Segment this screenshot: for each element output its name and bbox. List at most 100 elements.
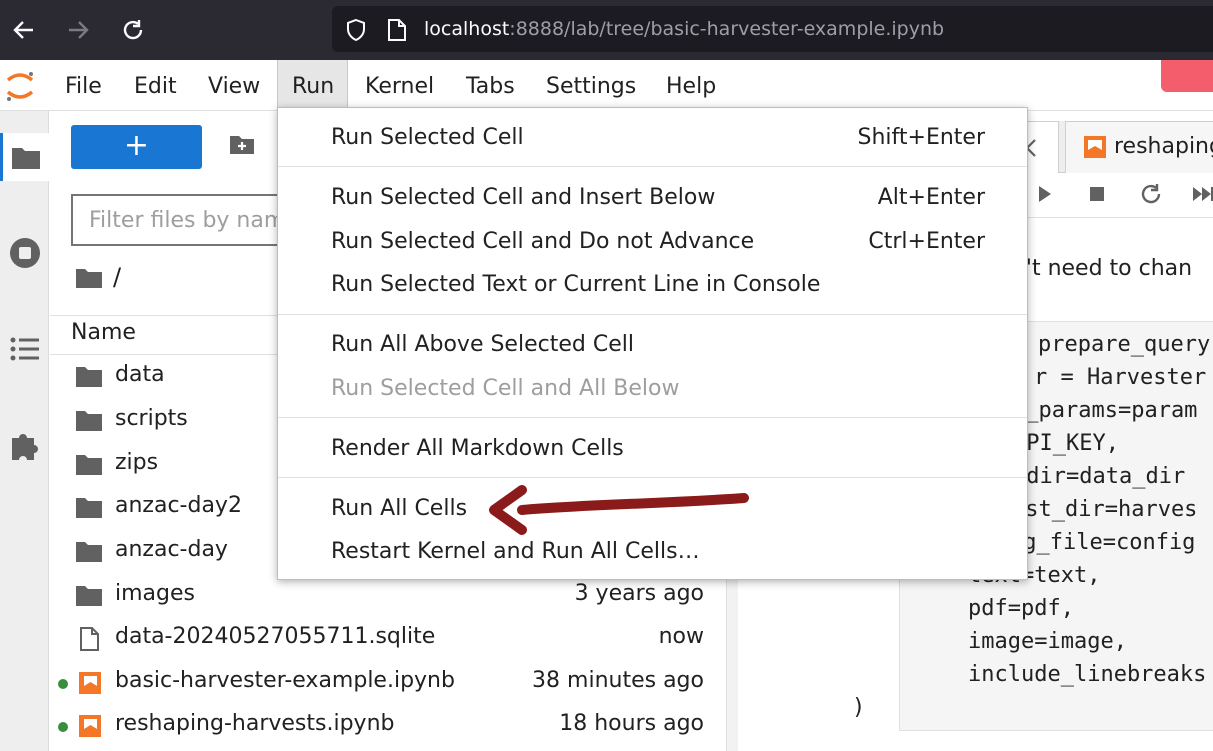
annotation-arrow-icon	[489, 485, 749, 535]
table-of-contents-tab[interactable]	[0, 325, 49, 373]
folder-icon	[12, 148, 40, 169]
code-line: )	[852, 695, 866, 720]
code-line: est_dir=harves	[1012, 497, 1198, 522]
stop-icon[interactable]	[1087, 182, 1107, 206]
reload-icon[interactable]	[115, 12, 151, 48]
menu-item-run-do-not-advance[interactable]: Run Selected Cell and Do not Advance Ctr…	[278, 222, 1027, 262]
menu-separator	[278, 314, 1027, 315]
folder-icon	[76, 542, 102, 562]
tab-reshaping-harvests[interactable]: reshaping	[1065, 121, 1213, 173]
folder-icon	[76, 367, 102, 387]
jupyter-logo-icon[interactable]	[4, 68, 36, 104]
url-bar[interactable]: localhost:8888/lab/tree/basic-harvester-…	[332, 6, 1213, 52]
filter-placeholder: Filter files by name	[89, 208, 299, 233]
menu-item-label: Render All Markdown Cells	[331, 436, 624, 461]
notification-button[interactable]	[1161, 60, 1213, 92]
forward-arrow-icon[interactable]	[60, 12, 96, 48]
notebook-icon	[79, 672, 101, 694]
menu-tabs[interactable]: Tabs	[452, 60, 529, 111]
extensions-tab[interactable]	[0, 421, 49, 469]
code-line: pdf=pdf,	[968, 596, 1074, 621]
file-browser-tab[interactable]	[0, 133, 49, 181]
menu-separator	[278, 166, 1027, 167]
file-row-images[interactable]: images 3 years ago	[50, 574, 725, 617]
back-arrow-icon[interactable]	[6, 12, 42, 48]
menu-item-run-insert-below[interactable]: Run Selected Cell and Insert Below Alt+E…	[278, 178, 1027, 218]
menu-settings[interactable]: Settings	[532, 60, 650, 111]
running-sessions-tab[interactable]	[0, 229, 49, 277]
folder-icon[interactable]	[75, 267, 103, 289]
code-line: y_params=param	[1012, 398, 1198, 423]
menu-item-run-all-above[interactable]: Run All Above Selected Cell	[278, 325, 1027, 365]
menu-run[interactable]: Run	[277, 60, 348, 111]
menu-item-run-selected-cell[interactable]: Run Selected Cell Shift+Enter	[278, 118, 1027, 158]
notebook-icon	[1084, 136, 1106, 158]
menu-item-label: Restart Kernel and Run All Cells…	[331, 539, 700, 564]
menu-item-run-in-console[interactable]: Run Selected Text or Current Line in Con…	[278, 265, 1027, 305]
folder-icon	[76, 586, 102, 606]
file-name: images	[115, 581, 195, 606]
code-line: include_linebreaks	[968, 662, 1207, 687]
file-name: anzac-day2	[115, 493, 242, 518]
file-name: basic-harvester-example.ipynb	[115, 668, 455, 693]
puzzle-icon	[11, 434, 38, 460]
code-line: r = Harvester	[1034, 365, 1207, 390]
file-modified: 3 years ago	[574, 581, 704, 606]
code-line: API_KEY,	[1013, 431, 1119, 456]
menu-item-restart-run-all[interactable]: Restart Kernel and Run All Cells…	[278, 532, 1027, 572]
file-modified: now	[658, 624, 704, 649]
running-indicator	[58, 722, 68, 732]
menu-separator	[278, 417, 1027, 418]
menu-item-render-markdown[interactable]: Render All Markdown Cells	[278, 429, 1027, 469]
new-launcher-button[interactable]: +	[71, 125, 202, 169]
left-activity-bar	[0, 111, 49, 751]
folder-icon	[76, 455, 102, 475]
new-folder-icon[interactable]	[229, 133, 255, 155]
code-line: image=image,	[968, 629, 1127, 654]
file-row-sqlite[interactable]: data-20240527055711.sqlite now	[50, 617, 725, 660]
shield-icon[interactable]	[344, 18, 368, 42]
menu-file[interactable]: File	[51, 60, 116, 111]
menu-item-label: Run Selected Cell	[331, 125, 524, 150]
menubar: File Edit View Run Kernel Tabs Settings …	[0, 60, 1213, 111]
restart-icon[interactable]	[1139, 182, 1163, 206]
folder-icon	[76, 411, 102, 431]
file-name: scripts	[115, 406, 188, 431]
menu-item-label: Run All Cells	[331, 496, 468, 521]
file-name: reshaping-harvests.ipynb	[115, 711, 395, 736]
notebook-icon	[79, 715, 101, 737]
file-row-reshaping-harvests[interactable]: reshaping-harvests.ipynb 18 hours ago	[50, 704, 725, 747]
menu-help[interactable]: Help	[652, 60, 730, 111]
url-text[interactable]: localhost:8888/lab/tree/basic-harvester-…	[424, 18, 944, 40]
file-icon	[80, 627, 99, 651]
menu-view[interactable]: View	[194, 60, 274, 111]
menu-item-label: Run Selected Cell and Insert Below	[331, 185, 716, 210]
stop-circle-icon	[9, 238, 40, 268]
browser-toolbar: localhost:8888/lab/tree/basic-harvester-…	[0, 0, 1213, 60]
menu-edit[interactable]: Edit	[120, 60, 191, 111]
menu-item-shortcut: Ctrl+Enter	[868, 229, 985, 254]
page-icon[interactable]	[386, 18, 408, 42]
code-line: ig_file=config	[1010, 530, 1196, 555]
file-name: zips	[115, 450, 159, 475]
menu-item-label: Run Selected Text or Current Line in Con…	[331, 272, 821, 297]
file-name: anzac-day	[115, 537, 228, 562]
menu-item-label: Run Selected Cell and Do not Advance	[331, 229, 755, 254]
menu-kernel[interactable]: Kernel	[351, 60, 448, 111]
menu-item-shortcut: Alt+Enter	[877, 185, 985, 210]
file-modified: 38 minutes ago	[532, 668, 704, 693]
code-line: _dir=data_dir	[1013, 464, 1186, 489]
breadcrumb-root[interactable]: /	[113, 263, 121, 291]
file-modified: 18 hours ago	[559, 711, 704, 736]
folder-icon	[76, 498, 102, 518]
run-icon[interactable]	[1035, 182, 1055, 206]
file-name: data	[115, 362, 165, 387]
tab-label: reshaping	[1114, 134, 1213, 159]
column-name-header[interactable]: Name	[71, 320, 136, 345]
menu-item-shortcut: Shift+Enter	[857, 125, 986, 150]
file-row-basic-harvester[interactable]: basic-harvester-example.ipynb 38 minutes…	[50, 661, 725, 704]
running-indicator	[58, 679, 68, 689]
file-name: data-20240527055711.sqlite	[115, 624, 436, 649]
list-icon	[10, 337, 39, 361]
fast-forward-icon[interactable]	[1191, 182, 1213, 206]
